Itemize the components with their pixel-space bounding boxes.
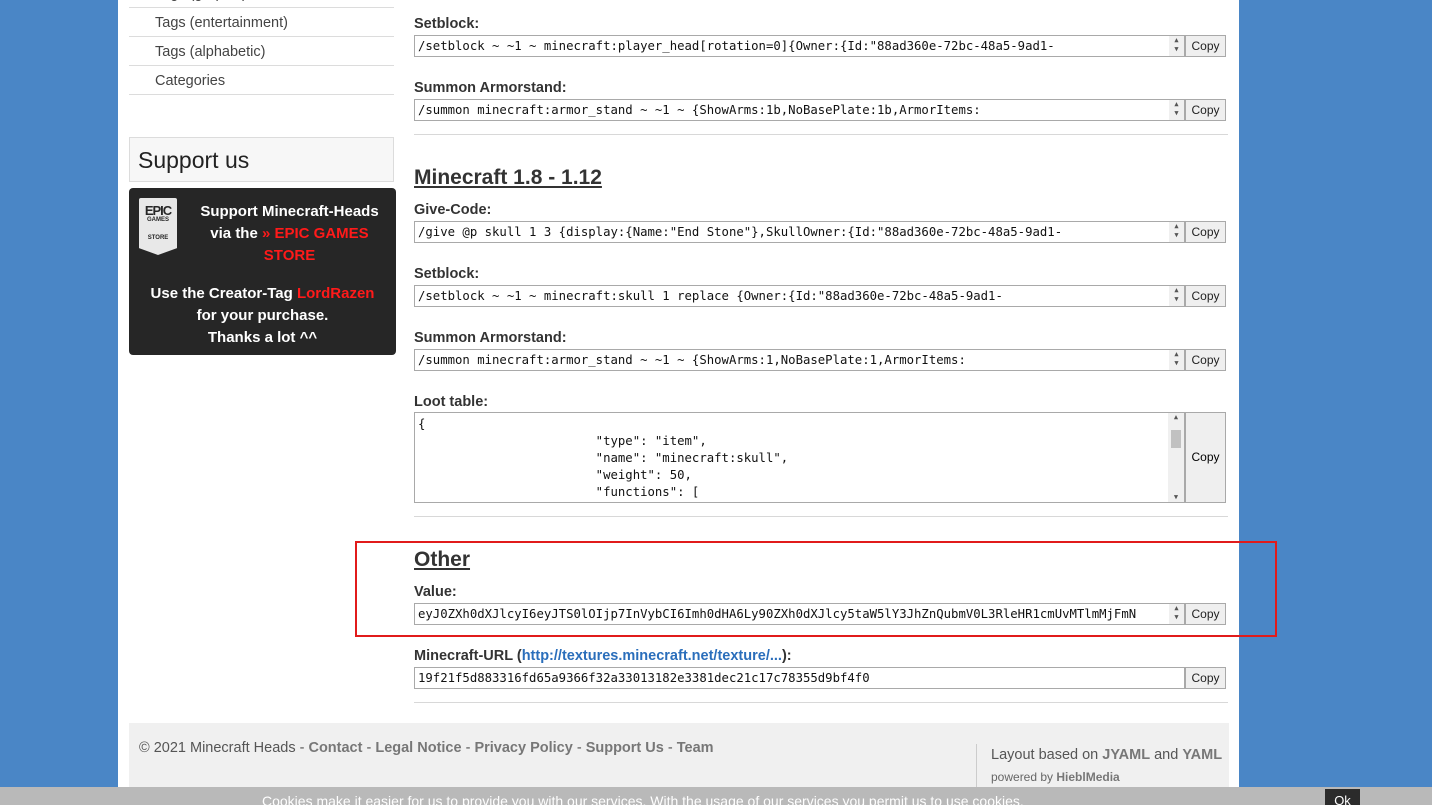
legacy-armorstand-field[interactable]: /summon minecraft:armor_stand ~ ~1 ~ {Sh…	[414, 349, 1185, 371]
setblock-field[interactable]: /setblock ~ ~1 ~ minecraft:player_head[r…	[414, 35, 1185, 57]
layout-credit: Layout based on JYAML and YAML	[991, 747, 1223, 763]
give-code-field[interactable]: /give @p skull 1 3 {display:{Name:"End S…	[414, 221, 1185, 243]
legacy-setblock-field[interactable]: /setblock ~ ~1 ~ minecraft:skull 1 repla…	[414, 285, 1185, 307]
support-text-line2: via the	[210, 225, 262, 242]
divider	[414, 702, 1228, 703]
spinner-icon[interactable]: ▲ ▼	[1169, 100, 1184, 120]
footer-link-legal-notice[interactable]: Legal Notice	[375, 740, 461, 756]
support-text-line1: Support Minecraft-Heads	[200, 203, 379, 220]
support-text-purchase: for your purchase.	[196, 307, 329, 324]
footer-link-contact[interactable]: Contact	[308, 740, 362, 756]
jyaml-link[interactable]: JYAML	[1102, 747, 1150, 763]
support-heading: Support us	[129, 137, 394, 182]
creator-tag-text: Use the Creator-Tag	[150, 285, 297, 302]
footer-link-team[interactable]: Team	[677, 740, 714, 756]
minecraft-url-label: Minecraft-URL (http://textures.minecraft…	[414, 648, 792, 664]
cookie-text: Cookies make it easier for us to provide…	[262, 793, 1024, 805]
armorstand-field[interactable]: /summon minecraft:armor_stand ~ ~1 ~ {Sh…	[414, 99, 1185, 121]
sidebar-item-categories[interactable]: Categories	[129, 67, 394, 95]
sidebar-item-tags-graphic[interactable]: Tags (graphic)	[129, 0, 394, 8]
page: Tags (graphic) Tags (entertainment) Tags…	[118, 0, 1239, 805]
legacy-armorstand-label: Summon Armorstand:	[414, 330, 567, 346]
cookie-bar: Cookies make it easier for us to provide…	[0, 787, 1432, 805]
cookie-ok-button[interactable]: Ok	[1325, 789, 1360, 805]
yaml-link[interactable]: YAML	[1182, 747, 1222, 763]
armorstand-label: Summon Armorstand:	[414, 80, 567, 96]
divider	[414, 134, 1228, 135]
copy-give-code-button[interactable]: Copy	[1185, 221, 1226, 243]
spinner-icon[interactable]: ▲ ▼	[1169, 222, 1184, 242]
copy-legacy-armorstand-button[interactable]: Copy	[1185, 349, 1226, 371]
powered-by: powered by HieblMedia	[991, 770, 1120, 784]
epic-games-logo-icon: EPIC GAMES STORE	[139, 198, 177, 255]
spinner-icon[interactable]: ▲ ▼	[1169, 286, 1184, 306]
loot-table-label: Loot table:	[414, 394, 489, 410]
support-banner: EPIC GAMES STORE Support Minecraft-Heads…	[129, 188, 396, 355]
highlight-box	[355, 541, 1277, 637]
sidebar-item-tags-alphabetic[interactable]: Tags (alphabetic)	[129, 38, 394, 66]
hieblmedia-link[interactable]: HieblMedia	[1056, 770, 1119, 784]
legacy-setblock-label: Setblock:	[414, 266, 480, 282]
sidebar-item-tags-entertainment[interactable]: Tags (entertainment)	[129, 9, 394, 37]
footer-link-privacy-policy[interactable]: Privacy Policy	[474, 740, 572, 756]
footer-link-support-us[interactable]: Support Us	[586, 740, 664, 756]
copy-armorstand-button[interactable]: Copy	[1185, 99, 1226, 121]
give-code-label: Give-Code:	[414, 202, 492, 218]
scroll-thumb[interactable]	[1171, 430, 1181, 448]
setblock-label: Setblock:	[414, 16, 480, 32]
copy-legacy-setblock-button[interactable]: Copy	[1185, 285, 1226, 307]
epic-store-link[interactable]: » EPIC GAMES STORE	[262, 225, 369, 264]
loot-table-textarea[interactable]: { "type": "item", "name": "minecraft:sku…	[414, 412, 1185, 503]
spinner-icon[interactable]: ▲ ▼	[1169, 350, 1184, 370]
legacy-section-title: Minecraft 1.8 - 1.12	[414, 166, 602, 189]
texture-url-link[interactable]: http://textures.minecraft.net/texture/..…	[522, 648, 782, 664]
divider	[414, 516, 1228, 517]
support-text-thanks: Thanks a lot ^^	[207, 329, 318, 346]
minecraft-url-field[interactable]: 19f21f5d883316fd65a9366f32a33013182e3381…	[414, 667, 1185, 689]
loot-table-scrollbar[interactable]: ▲ ▼	[1168, 413, 1184, 502]
copy-url-button[interactable]: Copy	[1185, 667, 1226, 689]
copyright-text: © 2021 Minecraft Heads -	[139, 740, 309, 756]
copy-loot-table-button[interactable]: Copy	[1185, 412, 1226, 503]
copy-setblock-button[interactable]: Copy	[1185, 35, 1226, 57]
spinner-icon[interactable]: ▲ ▼	[1169, 36, 1184, 56]
footer-links: © 2021 Minecraft Heads - Contact - Legal…	[139, 740, 714, 756]
creator-tag: LordRazen	[296, 285, 375, 302]
